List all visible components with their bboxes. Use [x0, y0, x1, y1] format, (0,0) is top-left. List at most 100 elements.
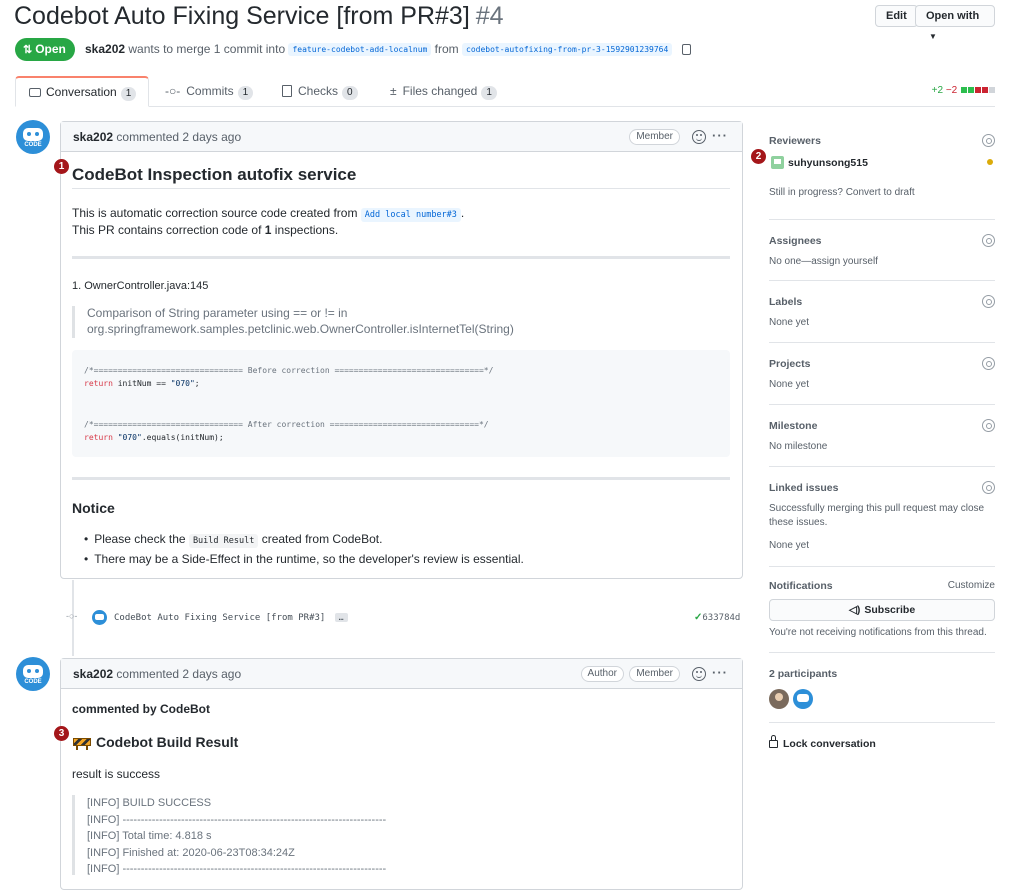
- tab-counter: 1: [237, 86, 254, 100]
- code-line: return "070".equals(initNum);: [84, 433, 224, 442]
- tab-label: Files changed: [402, 84, 478, 98]
- sidebar-heading[interactable]: Milestone: [769, 420, 817, 432]
- code-line: /*=============================== Before…: [84, 366, 494, 375]
- comment-time[interactable]: commented 2 days ago: [116, 667, 241, 681]
- gear-icon[interactable]: [982, 419, 995, 432]
- log-line: [INFO] ---------------------------------…: [87, 863, 387, 875]
- sidebar-heading[interactable]: Linked issues: [769, 482, 838, 494]
- reviewer-name[interactable]: suhyunsong515: [788, 157, 868, 169]
- log-line: [INFO] BUILD SUCCESS: [87, 797, 212, 809]
- clipboard-icon[interactable]: [681, 44, 691, 55]
- notice-item: • There may be a Side-Effect in the runti…: [84, 552, 524, 566]
- tab-label: Conversation: [46, 85, 117, 99]
- reviewer-avatar[interactable]: [771, 156, 784, 169]
- tab-commits[interactable]: -○- Commits 1: [165, 76, 254, 107]
- pr-number: #4: [475, 2, 504, 30]
- pr-tabs: Conversation 1 -○- Commits 1 Checks 0 ± Files…: [15, 76, 995, 107]
- merge-text: wants to merge 1 commit into: [128, 42, 286, 56]
- annotation-marker: 1: [54, 159, 69, 174]
- speaker-icon: ◁): [848, 604, 861, 616]
- base-branch[interactable]: feature-codebot-add-localnum: [288, 43, 432, 56]
- gear-icon[interactable]: [982, 481, 995, 494]
- from-text: from: [434, 42, 459, 56]
- customize-link[interactable]: Customize: [948, 580, 995, 591]
- comment-header: ska202 commented 2 days ago Author Membe…: [61, 659, 742, 689]
- intro-line-2: This PR contains correction code of 1 in…: [72, 223, 338, 237]
- tab-files-changed[interactable]: ± Files changed 1: [390, 76, 497, 107]
- sidebar-heading[interactable]: Projects: [769, 358, 810, 370]
- annotation-marker: 2: [751, 149, 766, 164]
- lock-icon: [769, 735, 778, 748]
- tab-conversation[interactable]: Conversation 1: [15, 76, 149, 107]
- tab-label: Commits: [186, 84, 234, 98]
- gear-icon[interactable]: [982, 134, 995, 147]
- kebab-icon[interactable]: ···: [712, 128, 728, 143]
- assign-yourself-link[interactable]: No one—assign yourself: [769, 256, 878, 267]
- tab-counter: 1: [120, 87, 137, 101]
- commit-message[interactable]: CodeBot Auto Fixing Service [from PR#3]: [114, 613, 325, 623]
- smiley-icon[interactable]: [692, 667, 706, 681]
- kebab-icon[interactable]: ···: [712, 665, 728, 680]
- commit-author-avatar[interactable]: [92, 610, 107, 625]
- section-divider: [72, 256, 730, 259]
- robot-eye: [27, 669, 31, 673]
- heading-divider: [72, 188, 730, 189]
- intro-text: This PR contains correction code of: [72, 223, 262, 237]
- sidebar-heading[interactable]: Labels: [769, 296, 802, 308]
- commit-status: ✓633784d: [694, 612, 740, 623]
- lock-conversation-link[interactable]: Lock conversation: [769, 735, 876, 750]
- caret-down-icon: ▼: [929, 32, 937, 41]
- tab-label: Checks: [298, 84, 339, 98]
- commit-node-icon: -○-: [66, 611, 78, 621]
- participant-avatar[interactable]: [793, 689, 813, 709]
- tab-checks[interactable]: Checks 0: [282, 76, 358, 107]
- code-token: initNum ==: [112, 379, 171, 388]
- participant-avatar[interactable]: [769, 689, 789, 709]
- quote-line: Comparison of String parameter using == …: [87, 306, 348, 320]
- commit-sha[interactable]: 633784d: [702, 613, 740, 623]
- gear-icon[interactable]: [982, 295, 995, 308]
- sidebar-heading[interactable]: Reviewers: [769, 135, 821, 147]
- subscribe-button[interactable]: ◁) Subscribe: [769, 599, 995, 621]
- deletions: −2: [945, 85, 958, 96]
- convert-to-draft-link[interactable]: Still in progress? Convert to draft: [769, 187, 915, 198]
- build-result-heading: Codebot Build Result: [96, 734, 239, 750]
- gear-icon[interactable]: [982, 234, 995, 247]
- intro-text: This is automatic correction source code…: [72, 206, 358, 220]
- codebot-avatar[interactable]: CODE: [16, 657, 50, 691]
- checklist-icon: [282, 85, 292, 97]
- notification-status: You're not receiving notifications from …: [769, 627, 987, 638]
- comment-author[interactable]: ska202: [73, 130, 113, 144]
- sidebar-participants: 2 participants: [769, 653, 995, 723]
- smiley-icon[interactable]: [692, 130, 706, 144]
- tab-counter: 0: [342, 86, 358, 100]
- comment-time[interactable]: commented 2 days ago: [116, 130, 241, 144]
- robot-eye: [35, 132, 39, 136]
- comment-meta: ska202 commented 2 days ago: [73, 667, 241, 681]
- expand-commit-button[interactable]: …: [334, 613, 348, 622]
- gear-icon[interactable]: [982, 357, 995, 370]
- diffstat-block: [975, 87, 981, 93]
- sidebar-assignees: Assignees No one—assign yourself: [769, 220, 995, 281]
- head-branch[interactable]: codebot-autofixing-from-pr-3-15929012397…: [462, 43, 673, 56]
- sidebar-heading[interactable]: Assignees: [769, 235, 822, 247]
- code-token: .equals(initNum);: [141, 433, 224, 442]
- open-with-label: Open with: [926, 10, 980, 22]
- codebot-avatar[interactable]: CODE: [16, 120, 50, 154]
- status-label: Open: [35, 42, 66, 56]
- section-divider: [72, 477, 730, 480]
- comment-author[interactable]: ska202: [73, 667, 113, 681]
- sidebar-labels: Labels None yet: [769, 281, 995, 343]
- author-link[interactable]: ska202: [85, 42, 125, 56]
- edit-button[interactable]: Edit: [875, 5, 918, 27]
- diff-icon: ±: [390, 84, 397, 98]
- open-with-button[interactable]: Open with ▼: [915, 5, 995, 41]
- source-pr-link[interactable]: Add local number#3: [360, 208, 461, 222]
- comment-heading: CodeBot Inspection autofix service: [72, 165, 357, 184]
- build-result-text: result is success: [72, 767, 161, 781]
- sidebar-milestone: Milestone No milestone: [769, 405, 995, 467]
- pull-request-icon: ⇅: [23, 44, 33, 56]
- notice-item: • Please check the Build Result created f…: [84, 532, 382, 548]
- sidebar-value: None yet: [769, 317, 810, 328]
- file-item-title: 1. OwnerController.java:145: [72, 280, 209, 292]
